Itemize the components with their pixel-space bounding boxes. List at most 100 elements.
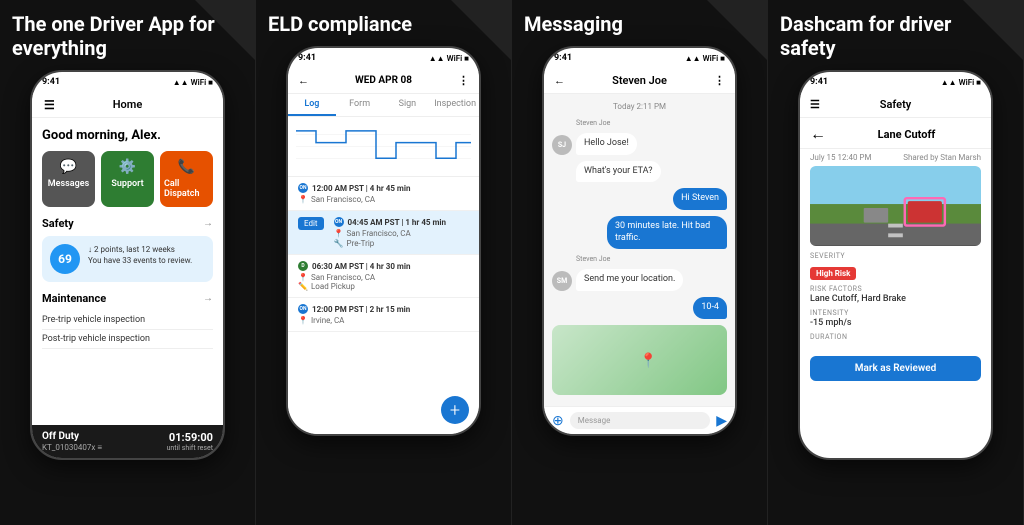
- bubble-6: 10-4: [693, 297, 727, 319]
- screen-safety: ☰ Safety ☰ ← Lane Cutoff July 15 12:40 P…: [800, 92, 991, 458]
- safety-arrow-icon[interactable]: →: [203, 218, 213, 229]
- tab-form[interactable]: Form: [336, 94, 384, 116]
- msg-input-bar: ⊕ Message ▶: [544, 406, 735, 434]
- msg-row-6: 10-4: [552, 297, 727, 319]
- status-bar-home: 9:41 ▲▲ WiFi ■: [32, 72, 223, 92]
- duration-row: DURATION: [810, 333, 981, 341]
- bubble-2: What's your ETA?: [576, 161, 661, 183]
- tab-log[interactable]: Log: [288, 94, 336, 116]
- add-entry-button[interactable]: +: [441, 396, 469, 424]
- phone-home: 9:41 ▲▲ WiFi ■ ☰ Home Good morning, Alex…: [30, 70, 225, 460]
- maintenance-header: Maintenance →: [42, 292, 213, 305]
- incident-header: ← Lane Cutoff: [800, 118, 991, 149]
- tab-inspection[interactable]: Inspection: [431, 94, 479, 116]
- phone-safety: 9:41 ▲▲ WiFi ■ ☰ Safety ☰ ← Lane Cutoff …: [798, 70, 993, 460]
- menu-icon[interactable]: ☰: [44, 98, 55, 112]
- location-icon-2: 📍: [334, 229, 344, 238]
- severity-badge: High Risk: [810, 267, 856, 280]
- eld-more-icon[interactable]: ⋮: [458, 74, 469, 87]
- back-icon-safety[interactable]: ←: [810, 124, 826, 144]
- phone-icon: 📞: [178, 159, 195, 175]
- eld-entry-1: ON 12:00 AM PST | 4 hr 45 min 📍 San Fran…: [288, 177, 479, 211]
- duty-info: Off Duty KT_01030407x ≡: [42, 431, 102, 452]
- incident-meta: July 15 12:40 PM Shared by Stan Marsh: [800, 149, 991, 166]
- msg-row-4: 30 minutes late. Hit bad traffic.: [552, 216, 727, 249]
- safety-score-card: 69 ↓ 2 points, last 12 weeks You have 33…: [42, 236, 213, 282]
- location-icon-3: 📍: [298, 273, 308, 282]
- safety-text: ↓ 2 points, last 12 weeks You have 33 ev…: [88, 244, 192, 266]
- phone-messaging: 9:41 ▲▲ WiFi ■ ← Steven Joe ⋮ Today 2:11…: [542, 46, 737, 436]
- map-pin-icon: 📍: [640, 353, 657, 369]
- back-icon[interactable]: ←: [298, 74, 309, 87]
- home-nav-bar: ☰ Home: [32, 92, 223, 118]
- panel-home-label: The one Driver App for everything: [8, 12, 228, 60]
- eld-dot-d: D: [298, 261, 308, 271]
- bubble-1: Hello Jose!: [576, 133, 637, 155]
- add-attachment-icon[interactable]: ⊕: [552, 413, 564, 429]
- eld-entries: ON 12:00 AM PST | 4 hr 45 min 📍 San Fran…: [288, 177, 479, 434]
- bubble-4: 30 minutes late. Hit bad traffic.: [607, 216, 727, 249]
- panel-safety-label: Dashcam for driver safety: [776, 12, 996, 60]
- eld-tabs: Log Form Sign Inspection: [288, 94, 479, 117]
- support-icon: ⚙️: [119, 159, 136, 175]
- phone-eld: 9:41 ▲▲ WiFi ■ ← WED APR 08 ⋮ Log Form S…: [286, 46, 481, 436]
- bubble-5: Send me your location.: [576, 269, 683, 291]
- incident-shared: Shared by Stan Marsh: [903, 153, 981, 162]
- panel-eld-label: ELD compliance: [264, 12, 412, 36]
- risk-factors-row: RISK FACTORS Lane Cutoff, Hard Brake: [810, 285, 981, 304]
- eld-entry-3: D 06:30 AM PST | 4 hr 30 min 📍 San Franc…: [288, 255, 479, 298]
- more-icon-msg[interactable]: ⋮: [714, 74, 725, 87]
- message-input[interactable]: Message: [570, 412, 710, 429]
- screen-messaging: ← Steven Joe ⋮ Today 2:11 PM Steven Joe …: [544, 68, 735, 434]
- mark-reviewed-button[interactable]: Mark as Reviewed: [810, 356, 981, 381]
- screen-home: ☰ Home Good morning, Alex. 💬 Messages ⚙️…: [32, 92, 223, 458]
- maintenance-item-1[interactable]: Pre-trip vehicle inspection: [42, 311, 213, 330]
- msg-sender-label-1: Steven Joe: [576, 119, 727, 127]
- panel-eld: ELD compliance 9:41 ▲▲ WiFi ■ ← WED APR …: [256, 0, 512, 525]
- call-dispatch-button[interactable]: 📞 Call Dispatch: [160, 151, 213, 207]
- eld-dot-on-4: ON: [298, 304, 308, 314]
- menu-icon-safety[interactable]: ☰: [810, 98, 820, 111]
- eld-dot-on-2: ON: [334, 217, 344, 227]
- tab-sign[interactable]: Sign: [384, 94, 432, 116]
- home-bottom-bar: Off Duty KT_01030407x ≡ 01:59:00 until s…: [32, 425, 223, 458]
- eld-entry-2: Edit ON 04:45 AM PST | 1 hr 45 min 📍 San…: [288, 211, 479, 255]
- maintenance-item-2[interactable]: Post-trip vehicle inspection: [42, 330, 213, 349]
- eld-entry-4: ON 12:00 PM PST | 2 hr 15 min 📍 Irvine, …: [288, 298, 479, 332]
- dashcam-image: [810, 166, 981, 246]
- wrench-icon: 🔧: [334, 239, 344, 248]
- safety-score-badge: 69: [50, 244, 80, 274]
- intensity-value: -15 mph/s: [810, 318, 981, 328]
- status-bar-msg: 9:41 ▲▲ WiFi ■: [544, 48, 735, 68]
- panel-safety: Dashcam for driver safety 9:41 ▲▲ WiFi ■…: [768, 0, 1024, 525]
- maintenance-arrow-icon[interactable]: →: [203, 293, 213, 304]
- msg-row-3: Hi Steven: [552, 188, 727, 210]
- location-icon-4: 📍: [298, 316, 308, 325]
- send-button[interactable]: ▶: [716, 413, 727, 429]
- safety-details: SEVERITY High Risk RISK FACTORS Lane Cut…: [800, 246, 991, 352]
- message-list: Today 2:11 PM Steven Joe SJ Hello Jose! …: [544, 94, 735, 406]
- eld-nav: ← WED APR 08 ⋮: [288, 68, 479, 94]
- msg-row-1: SJ Hello Jose!: [552, 133, 727, 155]
- status-bar-eld: 9:41 ▲▲ WiFi ■: [288, 48, 479, 68]
- screen-eld: ← WED APR 08 ⋮ Log Form Sign Inspection: [288, 68, 479, 434]
- location-icon-1: 📍: [298, 195, 308, 204]
- panel-messaging: Messaging 9:41 ▲▲ WiFi ■ ← Steven Joe ⋮ …: [512, 0, 768, 525]
- safety-header: Safety →: [42, 217, 213, 230]
- msg-date: Today 2:11 PM: [552, 102, 727, 111]
- edit-button[interactable]: Edit: [298, 217, 324, 230]
- bubble-3: Hi Steven: [673, 188, 727, 210]
- panel-messaging-label: Messaging: [520, 12, 623, 36]
- home-greeting: Good morning, Alex.: [42, 128, 213, 143]
- back-icon-msg[interactable]: ←: [554, 74, 565, 87]
- messages-button[interactable]: 💬 Messages: [42, 151, 95, 207]
- msg-row-2: What's your ETA?: [552, 161, 727, 183]
- avatar-sj: SJ: [552, 135, 572, 155]
- msg-map: 📍: [552, 325, 727, 395]
- load-icon: ✏️: [298, 282, 308, 291]
- home-buttons: 💬 Messages ⚙️ Support 📞 Call Dispatch: [42, 151, 213, 207]
- support-button[interactable]: ⚙️ Support: [101, 151, 154, 207]
- avatar-sm: SM: [552, 271, 572, 291]
- eld-dot-on: ON: [298, 183, 308, 193]
- panel-home: The one Driver App for everything 9:41 ▲…: [0, 0, 256, 525]
